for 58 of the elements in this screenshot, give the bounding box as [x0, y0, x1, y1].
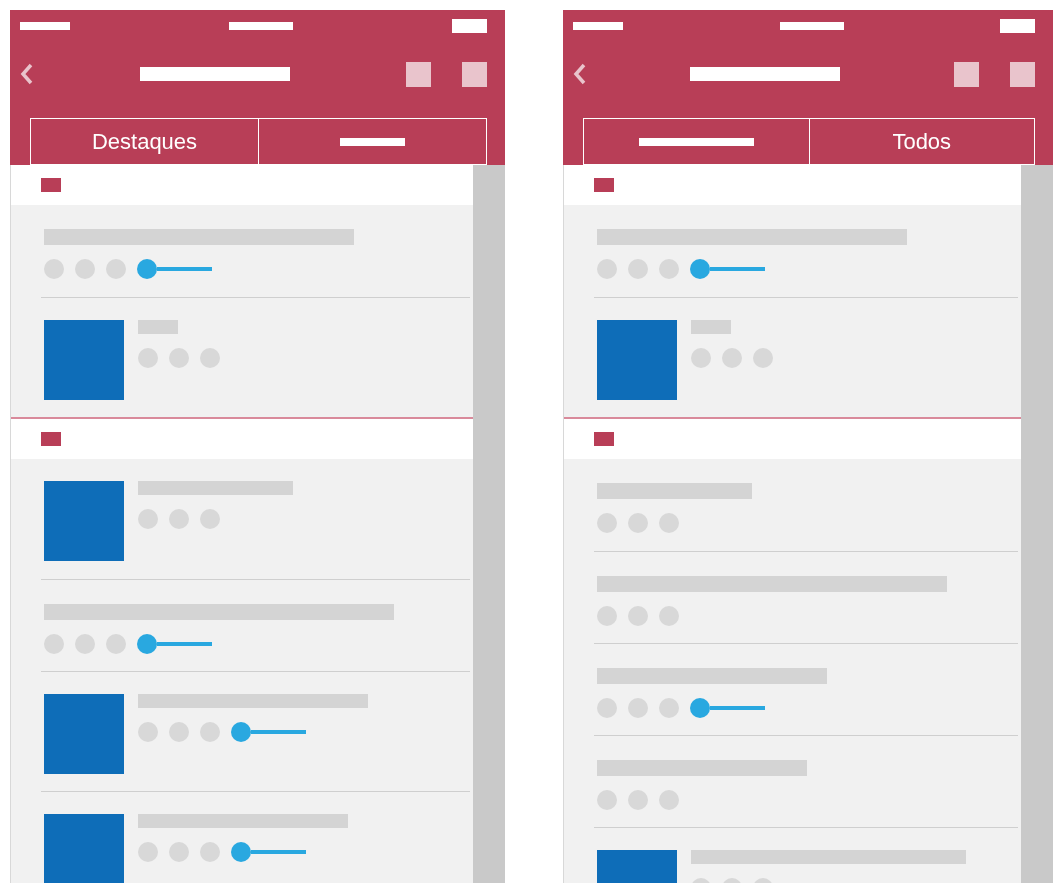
dot-icon — [628, 259, 648, 279]
dot-icon — [200, 842, 220, 862]
dot-icon — [200, 509, 220, 529]
dot-icon — [200, 348, 220, 368]
dot-icon — [106, 259, 126, 279]
dot-icon — [722, 348, 742, 368]
dot-icon — [138, 842, 158, 862]
dot-icon — [628, 606, 648, 626]
dot-icon — [597, 513, 617, 533]
dot-icon — [138, 509, 158, 529]
dot-icon — [597, 606, 617, 626]
back-icon[interactable] — [573, 63, 587, 85]
status-placeholder — [573, 22, 623, 30]
section-marker — [41, 178, 61, 192]
dot-icon — [169, 509, 189, 529]
dot-icon — [44, 259, 64, 279]
dot-icon — [75, 259, 95, 279]
label-placeholder — [340, 137, 405, 146]
back-icon[interactable] — [20, 63, 34, 85]
action-icon[interactable] — [954, 61, 979, 87]
section-marker — [594, 178, 614, 192]
dot-icon — [597, 698, 617, 718]
dot-icon — [106, 634, 126, 654]
dot-icon — [659, 698, 679, 718]
dot-icon — [138, 348, 158, 368]
dot-icon — [169, 348, 189, 368]
dot-icon — [169, 722, 189, 742]
dot-icon — [628, 698, 648, 718]
dot-icon — [597, 790, 617, 810]
battery-icon — [452, 19, 487, 33]
dot-icon — [44, 634, 64, 654]
dot-icon — [597, 259, 617, 279]
section-marker — [594, 432, 614, 446]
scrollbar[interactable] — [1021, 165, 1053, 883]
dot-icon — [659, 606, 679, 626]
dot-icon — [659, 790, 679, 810]
dot-icon — [138, 722, 158, 742]
battery-icon — [1000, 19, 1035, 33]
section-marker — [41, 432, 61, 446]
text-placeholder — [138, 320, 178, 334]
status-placeholder — [20, 22, 70, 30]
list-item[interactable] — [41, 791, 470, 883]
action-icon[interactable] — [462, 61, 487, 87]
action-icon[interactable] — [1010, 61, 1035, 87]
dot-icon — [659, 513, 679, 533]
dot-icon — [753, 348, 773, 368]
status-placeholder — [229, 22, 293, 30]
dot-icon — [169, 842, 189, 862]
dot-icon — [659, 259, 679, 279]
dot-icon — [200, 722, 220, 742]
text-placeholder — [691, 320, 731, 334]
dot-icon — [691, 348, 711, 368]
action-icon[interactable] — [406, 61, 431, 87]
dot-icon — [75, 634, 95, 654]
scrollbar[interactable] — [473, 165, 505, 883]
status-placeholder — [779, 22, 844, 30]
dot-icon — [628, 513, 648, 533]
dot-icon — [628, 790, 648, 810]
